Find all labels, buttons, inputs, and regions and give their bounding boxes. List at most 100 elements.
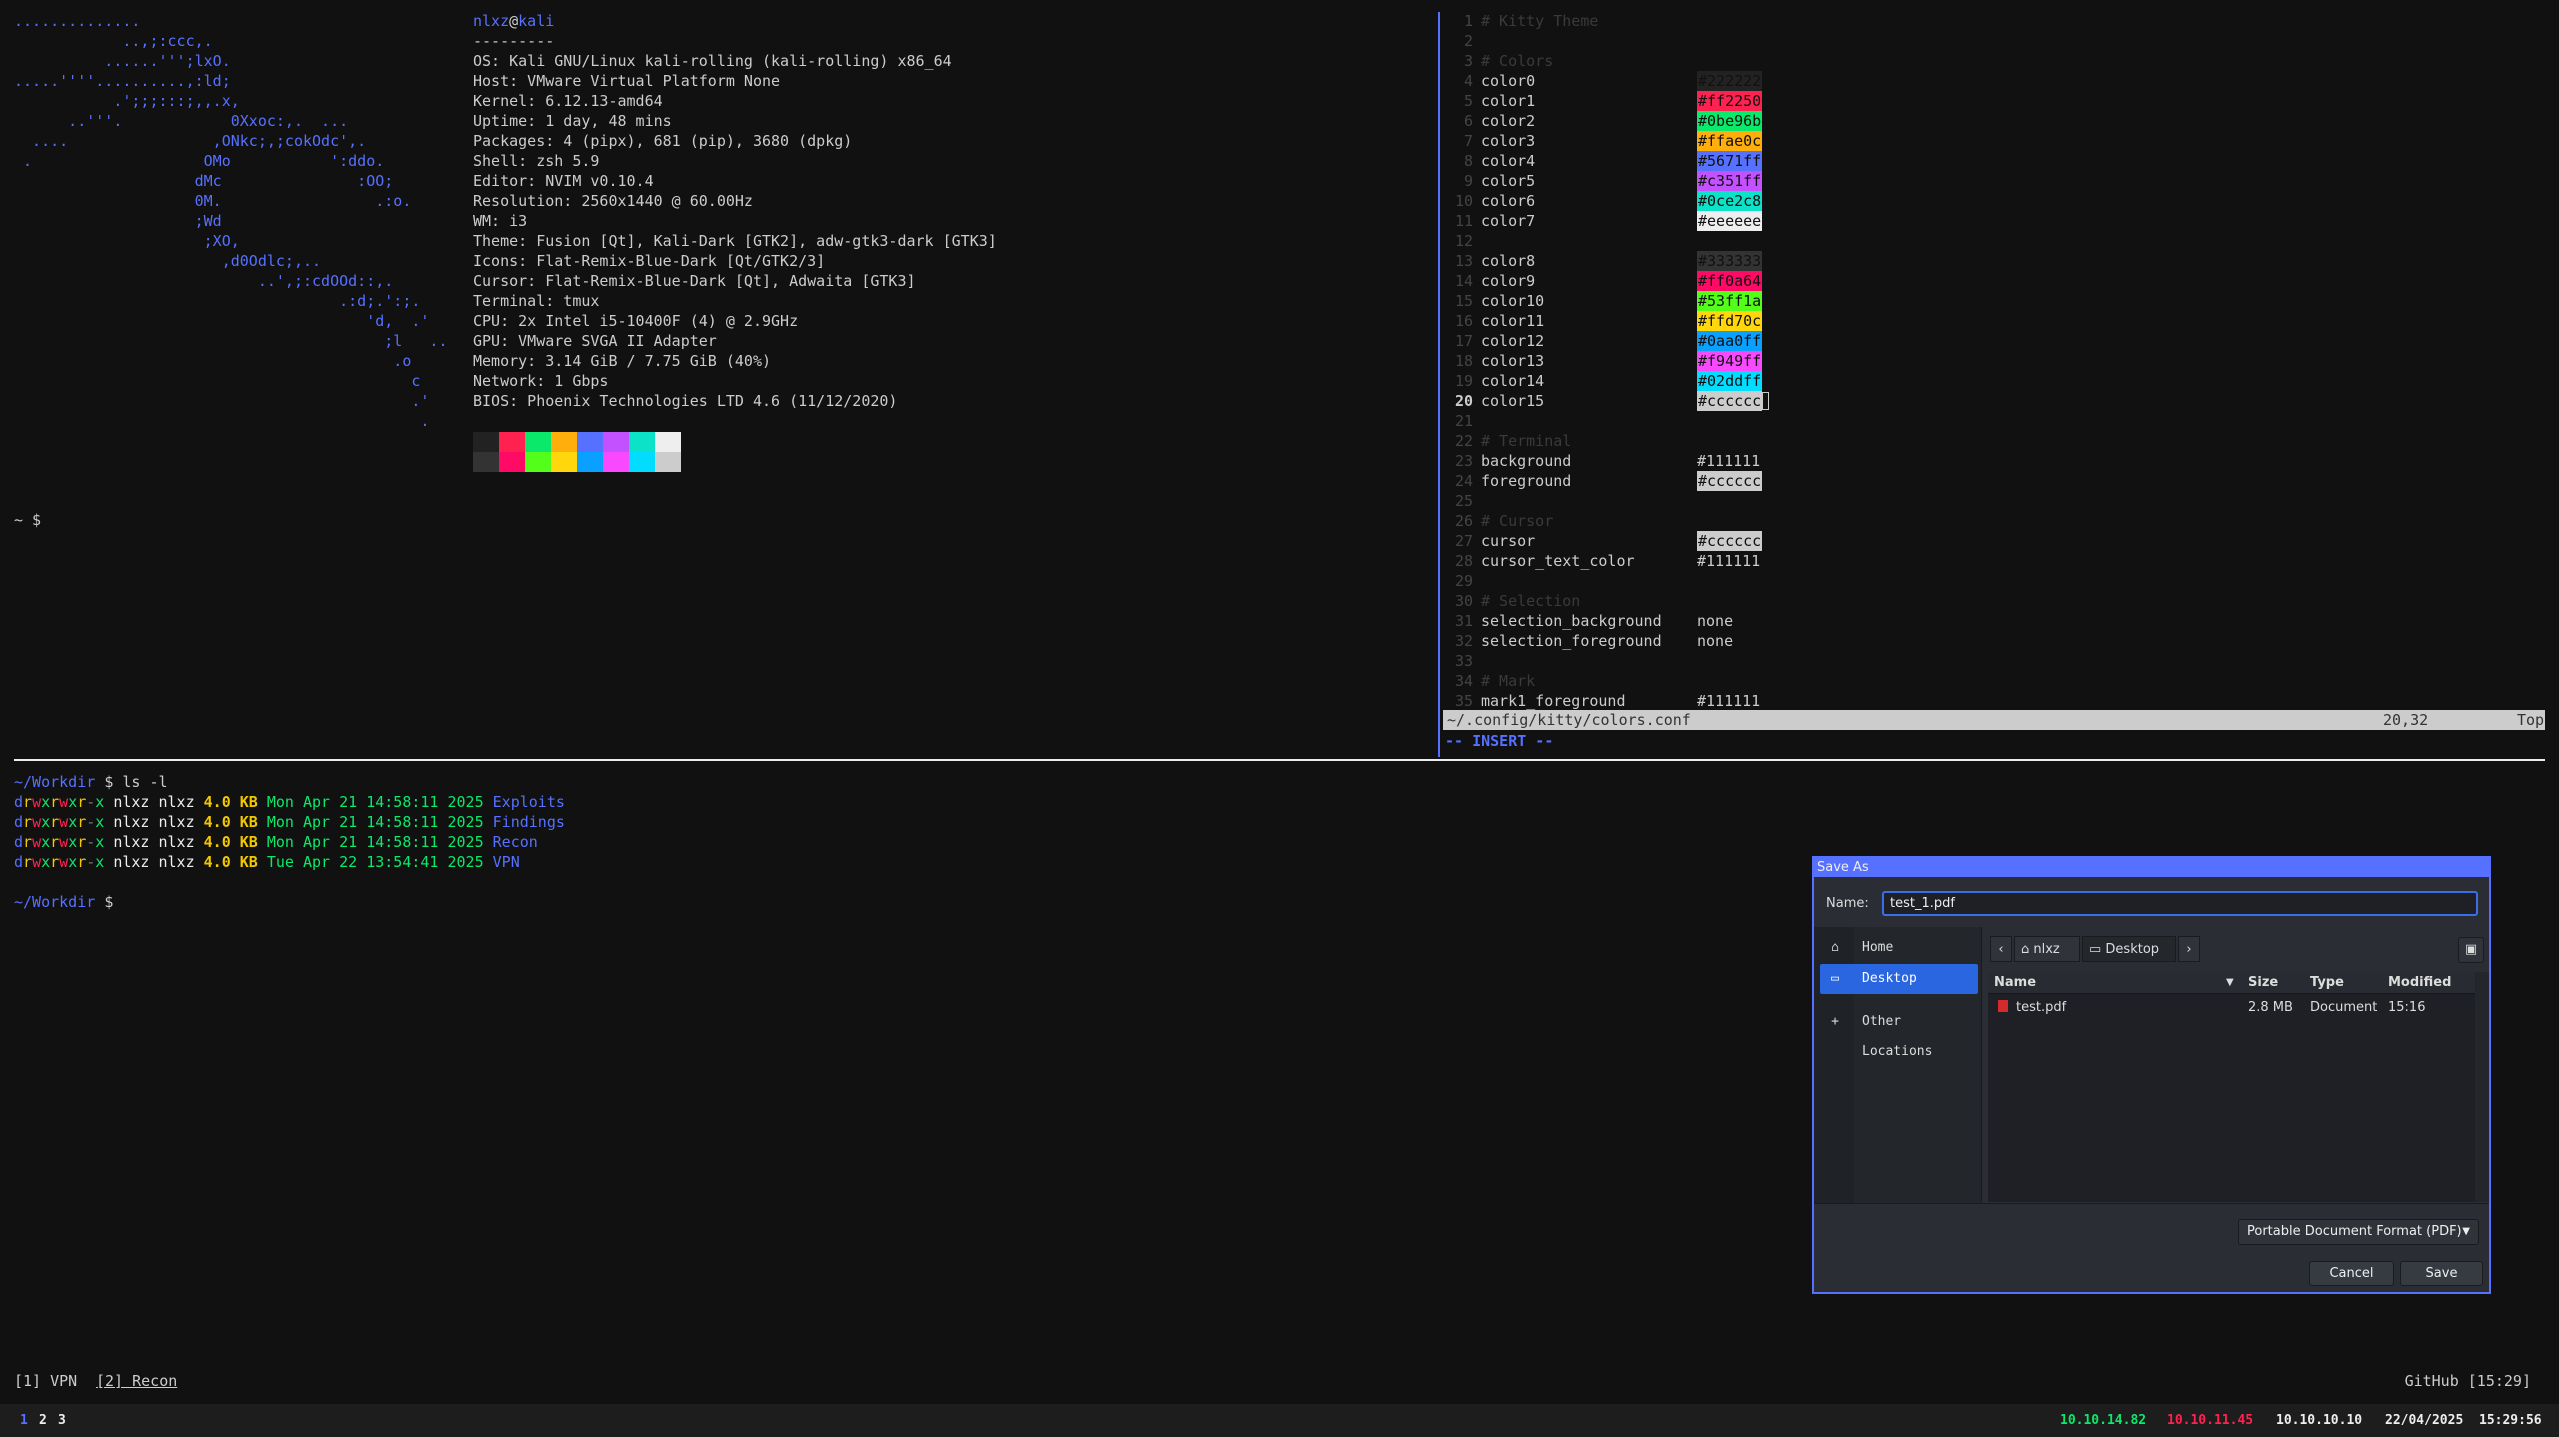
line-number: 14 — [1454, 272, 1473, 290]
modified-date: Tue Apr 22 13:54:41 2025 — [266, 853, 484, 871]
file-name: test.pdf — [1994, 996, 2066, 1020]
neofetch-pane[interactable]: .............. ..,;:ccc,. ......''';lxO.… — [0, 0, 1437, 757]
column-modified[interactable]: Modified — [2388, 972, 2451, 994]
directory-name[interactable]: VPN — [493, 853, 520, 871]
file-size: 4.0 KB — [203, 833, 258, 851]
vim-key: color0 — [1481, 72, 1536, 90]
vim-line: 12 — [1441, 231, 1598, 251]
home-icon: ⌂ — [2021, 942, 2034, 957]
vim-value: #ff0a64 — [1697, 271, 1763, 291]
vim-comment: # Mark — [1481, 672, 1536, 690]
path-button-desktop[interactable]: ▭ Desktop — [2082, 936, 2176, 962]
neovim-pane[interactable]: 1 # Kitty Theme 2 3 # Colors 4 color0 #222222 5 c… — [1441, 0, 2559, 757]
line-number: 13 — [1454, 252, 1473, 270]
file-type-filter[interactable]: Portable Document Format (PDF) ▼ — [2238, 1219, 2479, 1245]
modified-date: Mon Apr 21 14:58:11 2025 — [266, 833, 484, 851]
workspace-2[interactable]: 2 — [39, 1404, 47, 1437]
home-icon: ⌂ — [1831, 940, 1839, 955]
line-number: 19 — [1454, 372, 1473, 390]
file-list[interactable]: Name ▼ Size Type Modified test.pdf 2.8 MB… — [1988, 972, 2475, 1202]
palette-swatch — [655, 432, 681, 452]
vim-status-scroll: Top — [2517, 711, 2545, 729]
shell-prompt[interactable]: ~ $ — [14, 510, 41, 530]
places-sidebar: ⌂ Home ▭ Desktop + Other Locations — [1814, 927, 1982, 1203]
vim-buffer[interactable]: 1 # Kitty Theme 2 3 # Colors 4 color0 #222222 5 c… — [1441, 11, 1769, 711]
column-size[interactable]: Size — [2248, 972, 2278, 994]
workspace-1[interactable]: 1 — [20, 1404, 28, 1437]
vim-comment: # Selection — [1481, 592, 1581, 610]
new-folder-button[interactable]: ▣ — [2458, 937, 2484, 963]
vim-line: 5 color1 #ff2250 — [1441, 91, 1763, 111]
color-palette — [473, 432, 681, 472]
vim-line: 20 color15 #cccccc — [1441, 391, 1769, 411]
fetch-line: Host: VMware Virtual Platform None — [473, 72, 781, 90]
vim-line: 32 selection_foreground none — [1441, 631, 1733, 651]
palette-swatch — [629, 452, 655, 472]
palette-swatch — [577, 452, 603, 472]
vim-cursor — [1762, 392, 1769, 410]
path-forward-button[interactable]: › — [2178, 936, 2200, 962]
palette-swatch — [603, 452, 629, 472]
vim-value: #02ddff — [1697, 371, 1763, 391]
ls-entry: drwxrwxr-x nlxz nlxz 4.0 KB Mon Apr 21 1… — [14, 812, 565, 832]
permissions: drwxrwxr-x — [14, 813, 105, 831]
sidebar-item-home[interactable]: ⌂ Home — [1820, 933, 1978, 963]
path-back-button[interactable]: ‹ — [1990, 936, 2012, 962]
directory-name[interactable]: Exploits — [493, 793, 565, 811]
current-prompt[interactable]: ~/Workdir $ — [14, 892, 565, 912]
palette-swatch — [499, 452, 525, 472]
dialog-separator — [1814, 1203, 2489, 1204]
path-current-label: Desktop — [2105, 942, 2160, 957]
group: nlxz — [158, 853, 195, 871]
save-button[interactable]: Save — [2400, 1261, 2483, 1286]
vim-key: color9 — [1481, 272, 1536, 290]
status-time: 15:29:56 — [2479, 1413, 2542, 1428]
vim-key: color14 — [1481, 372, 1545, 390]
vim-line: 29 — [1441, 571, 1598, 591]
line-number: 25 — [1454, 492, 1473, 510]
directory-name[interactable]: Findings — [493, 813, 565, 831]
path-button-home[interactable]: ⌂ nlxz — [2014, 936, 2080, 962]
sort-down-icon[interactable]: ▼ — [2226, 972, 2234, 994]
directory-name[interactable]: Recon — [493, 833, 538, 851]
fetch-line: Editor: NVIM v0.10.4 — [473, 172, 654, 190]
vim-line: 23 background #111111 — [1441, 451, 1760, 471]
vim-key: foreground — [1481, 472, 1572, 490]
filename-input[interactable]: test_1.pdf — [1882, 891, 2478, 916]
vim-line: 35 mark1_foreground #111111 — [1441, 691, 1760, 711]
column-name[interactable]: Name — [1994, 972, 2036, 994]
fetch-separator: --------- — [473, 32, 555, 50]
workspace-3[interactable]: 3 — [58, 1404, 66, 1437]
dialog-title[interactable]: Save As — [1814, 858, 2489, 877]
cancel-button[interactable]: Cancel — [2309, 1261, 2394, 1286]
vim-key: color11 — [1481, 312, 1545, 330]
command-line: ~/Workdir $ ls -l — [14, 772, 565, 792]
vim-line: 3 # Colors — [1441, 51, 1598, 71]
vim-mode-indicator: -- INSERT -- — [1445, 732, 1554, 750]
target-ip: 10.10.11.45 — [2167, 1413, 2254, 1428]
file-size: 4.0 KB — [203, 853, 258, 871]
vim-key: color8 — [1481, 252, 1536, 270]
file-list-scrollbar[interactable] — [2475, 972, 2489, 1202]
sidebar-item-desktop[interactable]: ▭ Desktop — [1820, 964, 1978, 994]
line-number: 33 — [1454, 652, 1473, 670]
command-text: ls -l — [122, 773, 168, 791]
sidebar-item-other-locations[interactable]: + Other Locations — [1820, 1007, 1978, 1059]
group: nlxz — [158, 813, 195, 831]
file-row[interactable]: test.pdf 2.8 MB Document 15:16 — [1988, 996, 2475, 1020]
vim-line: 24 foreground #cccccc — [1441, 471, 1763, 491]
save-as-dialog[interactable]: Save As Name: test_1.pdf ⌂ Home ▭ Desktop + O… — [1812, 856, 2491, 1294]
tmux-window-vpn[interactable]: [1] VPN — [14, 1370, 77, 1392]
fetch-line: Resolution: 2560x1440 @ 60.00Hz — [473, 192, 753, 210]
line-number: 12 — [1454, 232, 1473, 250]
line-number: 31 — [1454, 612, 1473, 630]
vim-value: #0aa0ff — [1697, 331, 1763, 351]
fetch-line: Theme: Fusion [Qt], Kali-Dark [GTK2], ad… — [473, 232, 997, 250]
fetch-line: Cursor: Flat-Remix-Blue-Dark [Qt], Adwai… — [473, 272, 916, 290]
workdir-terminal[interactable]: ~/Workdir $ ls -l drwxrwxr-x nlxz nlxz 4… — [14, 772, 565, 912]
line-number: 23 — [1454, 452, 1473, 470]
tmux-window-recon[interactable]: [2] Recon — [96, 1370, 177, 1392]
fetch-line: Shell: zsh 5.9 — [473, 152, 600, 170]
column-type[interactable]: Type — [2310, 972, 2344, 994]
vim-value: #cccccc — [1697, 471, 1763, 491]
